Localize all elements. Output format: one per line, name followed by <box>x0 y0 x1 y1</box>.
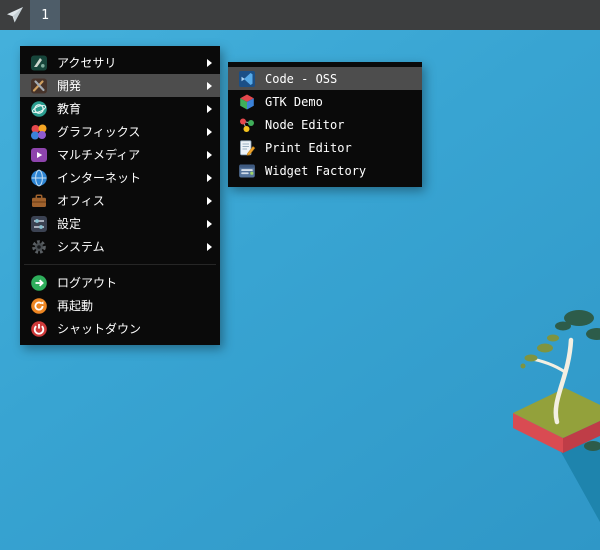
menu-item-label: ログアウト <box>57 274 212 291</box>
logout-icon <box>30 274 48 292</box>
submenu-arrow-icon <box>207 243 212 251</box>
graphics-icon <box>30 123 48 141</box>
menu-item-office[interactable]: オフィス <box>20 189 220 212</box>
menu-item-logout[interactable]: ログアウト <box>20 271 220 294</box>
desktop[interactable]: 1 アクセサリ 開発 <box>0 0 600 550</box>
submenu-arrow-icon <box>207 151 212 159</box>
internet-icon <box>30 169 48 187</box>
system-icon <box>30 238 48 256</box>
menu-item-label: Print Editor <box>265 141 414 155</box>
settings-icon <box>30 215 48 233</box>
menu-item-label: 開発 <box>57 77 198 94</box>
development-submenu: Code - OSS GTK Demo <box>228 62 422 187</box>
shutdown-icon <box>30 320 48 338</box>
submenu-item-print-editor[interactable]: Print Editor <box>228 136 422 159</box>
submenu-item-gtk-demo[interactable]: GTK Demo <box>228 90 422 113</box>
menu-item-label: アクセサリ <box>57 54 198 71</box>
submenu-arrow-icon <box>207 82 212 90</box>
menu-item-label: オフィス <box>57 192 198 209</box>
code-oss-icon <box>238 70 256 88</box>
menu-item-label: Node Editor <box>265 118 414 132</box>
submenu-item-node-editor[interactable]: Node Editor <box>228 113 422 136</box>
accessories-icon <box>30 54 48 72</box>
office-icon <box>30 192 48 210</box>
menu-item-settings[interactable]: 設定 <box>20 212 220 235</box>
menu-separator <box>24 264 216 265</box>
menu-item-label: Widget Factory <box>265 164 414 178</box>
paper-plane-icon <box>4 4 26 26</box>
menu-item-label: シャットダウン <box>57 320 212 337</box>
restart-icon <box>30 297 48 315</box>
menu-item-label: グラフィックス <box>57 123 198 140</box>
desktop-illustration <box>465 300 600 550</box>
menu-item-label: 教育 <box>57 100 198 117</box>
menu-item-label: 再起動 <box>57 297 212 314</box>
menu-item-label: GTK Demo <box>265 95 414 109</box>
menu-item-multimedia[interactable]: マルチメディア <box>20 143 220 166</box>
menu-item-restart[interactable]: 再起動 <box>20 294 220 317</box>
menu-item-system[interactable]: システム <box>20 235 220 258</box>
menu-item-shutdown[interactable]: シャットダウン <box>20 317 220 340</box>
submenu-arrow-icon <box>207 59 212 67</box>
top-panel: 1 <box>0 0 600 30</box>
submenu-arrow-icon <box>207 197 212 205</box>
menu-item-label: マルチメディア <box>57 146 198 163</box>
multimedia-icon <box>30 146 48 164</box>
menu-item-development[interactable]: 開発 <box>20 74 220 97</box>
gtk-demo-icon <box>238 93 256 111</box>
submenu-arrow-icon <box>207 105 212 113</box>
submenu-arrow-icon <box>207 128 212 136</box>
menu-item-accessories[interactable]: アクセサリ <box>20 51 220 74</box>
node-editor-icon <box>238 116 256 134</box>
menu-item-label: システム <box>57 238 198 255</box>
submenu-item-widget-factory[interactable]: Widget Factory <box>228 159 422 182</box>
menu-item-internet[interactable]: インターネット <box>20 166 220 189</box>
menu-item-graphics[interactable]: グラフィックス <box>20 120 220 143</box>
submenu-item-code-oss[interactable]: Code - OSS <box>228 67 422 90</box>
widget-factory-icon <box>238 162 256 180</box>
menu-item-education[interactable]: 教育 <box>20 97 220 120</box>
workspace-indicator[interactable]: 1 <box>30 0 60 30</box>
submenu-arrow-icon <box>207 220 212 228</box>
menu-item-label: 設定 <box>57 215 198 232</box>
development-icon <box>30 77 48 95</box>
print-editor-icon <box>238 139 256 157</box>
menu-item-label: Code - OSS <box>265 72 414 86</box>
applications-menu: アクセサリ 開発 教育 <box>20 46 220 345</box>
launcher-button[interactable] <box>0 0 30 30</box>
submenu-arrow-icon <box>207 174 212 182</box>
education-icon <box>30 100 48 118</box>
menu-item-label: インターネット <box>57 169 198 186</box>
